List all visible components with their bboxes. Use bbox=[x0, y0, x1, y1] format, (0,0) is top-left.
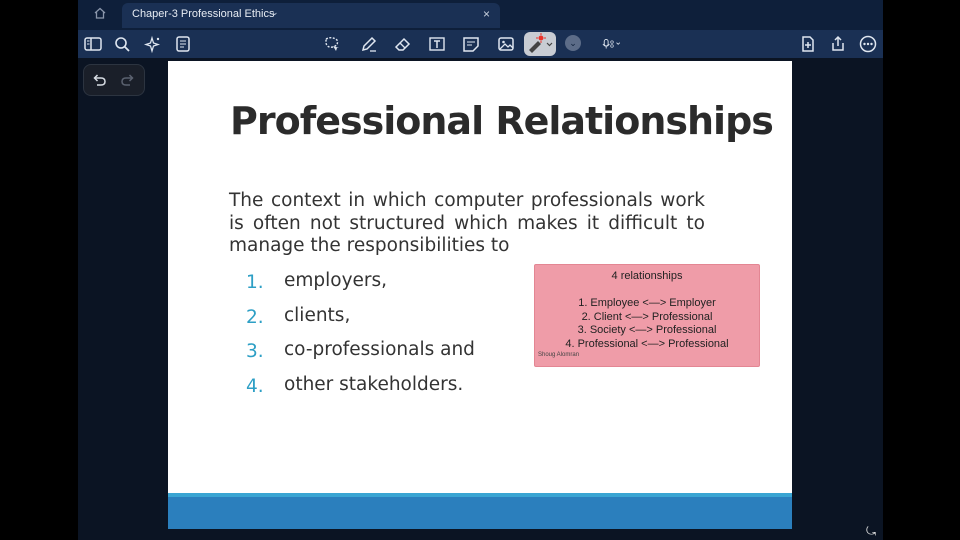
search-icon[interactable] bbox=[111, 34, 133, 54]
list-number: 4. bbox=[246, 375, 264, 397]
slide-page[interactable]: Professional Relationships The context i… bbox=[168, 61, 792, 529]
scroll-indicator-icon: ⤿ bbox=[866, 524, 876, 538]
tab-bar: Chaper-3 Professional Ethics ⌄ × bbox=[78, 0, 883, 30]
add-page-icon[interactable] bbox=[797, 34, 819, 54]
list-number: 3. bbox=[246, 341, 264, 363]
microphone-icon[interactable] bbox=[601, 34, 635, 54]
sidebar-icon[interactable] bbox=[82, 34, 104, 54]
note-body: 1. Employee <—> Employer 2. Client <—> P… bbox=[535, 297, 759, 351]
more-icon[interactable] bbox=[857, 34, 879, 54]
redo-icon[interactable] bbox=[119, 71, 137, 89]
list-text: clients, bbox=[284, 304, 351, 326]
home-icon[interactable] bbox=[90, 6, 110, 26]
sticky-note-icon[interactable] bbox=[460, 34, 482, 54]
sticky-note[interactable]: 4 relationships 1. Employee <—> Employer… bbox=[534, 264, 760, 367]
eraser-icon[interactable] bbox=[392, 34, 414, 54]
slide-title: Professional Relationships bbox=[230, 99, 774, 143]
list-text: employers, bbox=[284, 270, 388, 291]
footer-band bbox=[168, 497, 792, 529]
note-title: 4 relationships bbox=[611, 270, 683, 282]
laser-pointer-icon bbox=[529, 33, 553, 53]
close-icon[interactable]: × bbox=[483, 7, 490, 21]
undo-icon[interactable] bbox=[90, 71, 108, 89]
text-box-icon[interactable] bbox=[426, 34, 448, 54]
tab-title: Chaper-3 Professional Ethics bbox=[132, 8, 275, 20]
share-icon[interactable] bbox=[827, 34, 849, 54]
note-line: 3. Society <—> Professional bbox=[577, 324, 717, 337]
list-text: co-professionals and bbox=[284, 339, 475, 361]
image-icon[interactable] bbox=[495, 34, 517, 54]
notes-icon[interactable] bbox=[172, 34, 194, 54]
laser-pointer-button[interactable] bbox=[524, 32, 556, 56]
pencil-icon[interactable] bbox=[358, 34, 380, 54]
sparkle-icon[interactable] bbox=[142, 34, 164, 54]
note-line: 2. Client <—> Professional bbox=[581, 310, 713, 323]
note-line: 1. Employee <—> Employer bbox=[578, 297, 716, 309]
list-number: 1. bbox=[246, 272, 264, 293]
slide-paragraph: The context in which computer profession… bbox=[229, 190, 705, 256]
note-line: 4. Professional <—> Professional bbox=[565, 337, 729, 350]
undo-redo-group bbox=[83, 64, 145, 96]
chevron-down-icon[interactable]: ⌄ bbox=[565, 35, 581, 51]
document-tab[interactable]: Chaper-3 Professional Ethics ⌄ × bbox=[122, 3, 500, 28]
note-author: Shoug Alomran bbox=[538, 352, 580, 358]
toolbar: ⌄ bbox=[78, 30, 883, 58]
list-text: other stakeholders. bbox=[284, 373, 464, 395]
list-number: 2. bbox=[246, 306, 264, 328]
lasso-icon[interactable] bbox=[321, 34, 343, 54]
tab-chevron-down-icon[interactable]: ⌄ bbox=[271, 7, 279, 18]
